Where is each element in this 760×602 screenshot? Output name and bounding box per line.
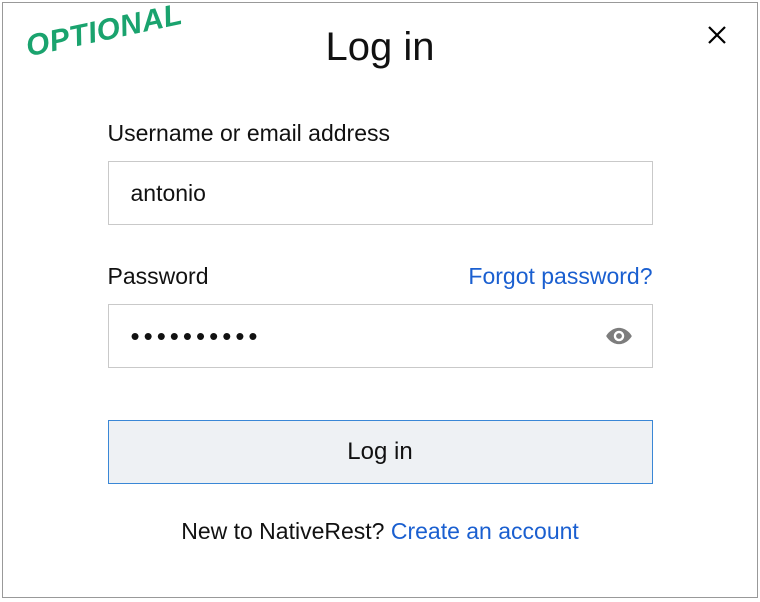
password-field-group: Password Forgot password? ••••••••••	[108, 263, 653, 368]
signup-line: New to NativeRest? Create an account	[108, 518, 653, 545]
username-field-group: Username or email address	[108, 120, 653, 225]
password-input[interactable]: ••••••••••	[131, 321, 630, 352]
password-input-box: ••••••••••	[108, 304, 653, 368]
eye-icon	[605, 322, 633, 350]
login-dialog: OPTIONAL Log in Username or email addres…	[2, 2, 758, 598]
show-password-button[interactable]	[604, 321, 634, 351]
signup-prefix: New to NativeRest?	[181, 518, 391, 544]
forgot-password-link[interactable]: Forgot password?	[468, 263, 652, 290]
password-label: Password	[108, 263, 209, 290]
login-form: Username or email address Password Forgo…	[108, 120, 653, 545]
close-icon	[705, 23, 729, 47]
optional-watermark: OPTIONAL	[23, 0, 186, 64]
username-input-box	[108, 161, 653, 225]
login-button[interactable]: Log in	[108, 420, 653, 484]
dialog-title: Log in	[326, 25, 435, 70]
username-input[interactable]	[131, 162, 630, 224]
create-account-link[interactable]: Create an account	[391, 518, 579, 544]
username-label: Username or email address	[108, 120, 653, 147]
close-button[interactable]	[701, 19, 733, 51]
